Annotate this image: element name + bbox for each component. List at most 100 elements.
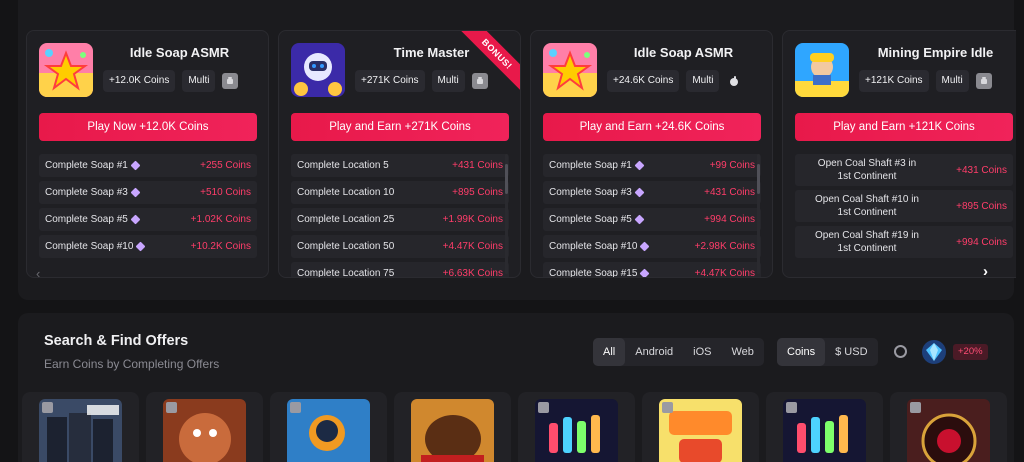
task-row: Complete Location 50 +4.47K Coins (291, 235, 509, 258)
offer-tile[interactable] (766, 392, 883, 462)
play-button[interactable]: Play and Earn +121K Coins (795, 113, 1013, 141)
task-reward: +255 Coins (200, 160, 251, 171)
gem-icon (639, 241, 650, 252)
filter-all[interactable]: All (593, 338, 626, 366)
coins-chip: +24.6K Coins (607, 70, 680, 92)
android-icon (290, 402, 301, 413)
filter-usd[interactable]: $ USD (825, 338, 877, 366)
task-row: Open Coal Shaft #19 in 1st Continent +994… (795, 226, 1013, 258)
play-button[interactable]: Play and Earn +24.6K Coins (543, 113, 761, 141)
bison-slots-thumb (411, 399, 494, 462)
filter-android[interactable]: Android (625, 338, 683, 366)
task-row: Complete Soap #3 +510 Coins (39, 181, 257, 204)
task-name: Open Coal Shaft #10 in 1st Continent (815, 194, 919, 218)
task-name: Complete Soap #1 (45, 160, 128, 171)
carousel-next-button[interactable]: › (983, 263, 988, 280)
play-button[interactable]: Play Now +12.0K Coins (39, 113, 257, 141)
task-name: Complete Location 75 (297, 268, 395, 278)
task-name: Complete Soap #3 (549, 187, 632, 198)
task-row: Complete Soap #3 +431 Coins (543, 181, 761, 204)
card-title: Mining Empire Idle (877, 45, 994, 60)
android-icon (662, 402, 673, 413)
diamond-icon (921, 339, 947, 365)
bonus-toggle[interactable] (894, 345, 907, 358)
mode-chip: Multi (431, 70, 465, 92)
task-row: Complete Soap #1 +99 Coins (543, 154, 761, 177)
play-button[interactable]: Play and Earn +271K Coins (291, 113, 509, 141)
offer-tile[interactable] (270, 392, 387, 462)
mining-empire-app-icon (795, 43, 849, 97)
task-list: Open Coal Shaft #3 in 1st Continent +431 … (795, 154, 1013, 277)
coins-chip: +271K Coins (355, 70, 425, 92)
task-reward: +2.98K Coins (694, 241, 755, 252)
apple-icon (726, 73, 742, 89)
filter-coins[interactable]: Coins (777, 338, 826, 366)
task-reward: +99 Coins (709, 160, 755, 171)
gem-icon (639, 268, 650, 277)
offer-tile[interactable] (642, 392, 759, 462)
gem-icon (634, 187, 645, 198)
mode-chip: Multi (182, 70, 216, 92)
android-icon (910, 402, 921, 413)
card-header: Idle Soap ASMR +24.6K Coins Multi (543, 43, 762, 99)
task-reward: +994 Coins (956, 236, 1007, 248)
task-row: Open Coal Shaft #10 in 1st Continent +895… (795, 190, 1013, 222)
mode-chip: Multi (686, 70, 720, 92)
android-icon (538, 402, 549, 413)
task-name: Complete Soap #3 (45, 187, 128, 198)
task-row: Complete Location 75 +6.63K Coins (291, 262, 509, 278)
task-row: Complete Soap #10 +10.2K Coins (39, 235, 257, 258)
currency-filter: Coins $ USD (777, 338, 878, 366)
offer-tile[interactable] (22, 392, 139, 462)
task-row: Complete Location 25 +1.99K Coins (291, 208, 509, 231)
task-reward: +431 Coins (704, 187, 755, 198)
time-master-app-icon (291, 43, 345, 97)
task-scrollbar[interactable] (505, 154, 508, 274)
task-reward: +895 Coins (956, 200, 1007, 212)
offer-tile[interactable] (394, 392, 511, 462)
offer-tile[interactable] (518, 392, 635, 462)
card-title: Idle Soap ASMR (633, 45, 734, 60)
offer-card[interactable]: Idle Soap ASMR +24.6K Coins Multi Play a… (530, 30, 773, 278)
task-row: Complete Location 10 +895 Coins (291, 181, 509, 204)
task-list: Complete Location 5 +431 Coins Complete L… (291, 154, 509, 278)
gem-icon (130, 160, 141, 171)
card-title: Idle Soap ASMR (129, 45, 230, 60)
filter-web[interactable]: Web (722, 338, 764, 366)
apple-icon (166, 402, 177, 413)
android-icon (786, 402, 797, 413)
task-name: Complete Soap #5 (549, 214, 632, 225)
task-name: Complete Soap #10 (549, 241, 638, 252)
android-icon (975, 73, 992, 89)
task-name: Complete Soap #5 (45, 214, 128, 225)
task-reward: +1.02K Coins (190, 214, 251, 225)
idle-soap-app-icon (543, 43, 597, 97)
task-reward: +994 Coins (704, 214, 755, 225)
offer-card[interactable]: Mining Empire Idle +121K Coins Multi Pla… (782, 30, 1016, 278)
offer-card[interactable]: BONUS! Time Master +271K Coins Multi Pla… (278, 30, 521, 278)
android-icon (42, 402, 53, 413)
task-name: Complete Location 50 (297, 241, 395, 252)
task-reward: +431 Coins (956, 164, 1007, 176)
filter-ios[interactable]: iOS (683, 338, 721, 366)
coins-chip: +121K Coins (859, 70, 929, 92)
task-list: Complete Soap #1 +255 Coins Complete Soap… (39, 154, 257, 277)
offer-tile[interactable] (146, 392, 263, 462)
android-icon (471, 73, 488, 89)
card-header: Mining Empire Idle +121K Coins Multi (795, 43, 1014, 99)
offer-tile[interactable] (890, 392, 1007, 462)
section-title: Search & Find Offers (44, 333, 189, 349)
gem-icon (130, 214, 141, 225)
offer-grid (22, 392, 1022, 462)
bottle-sort-thumb (535, 399, 618, 462)
card-header: Idle Soap ASMR +12.0K Coins Multi (39, 43, 258, 99)
task-reward: +4.47K Coins (442, 241, 503, 252)
task-reward: +10.2K Coins (190, 241, 251, 252)
task-name: Complete Soap #1 (549, 160, 632, 171)
offer-card[interactable]: Idle Soap ASMR +12.0K Coins Multi Play N… (26, 30, 269, 278)
carousel-prev-button[interactable]: ‹ (36, 266, 40, 281)
task-name: Complete Location 25 (297, 214, 395, 225)
task-scrollbar[interactable] (757, 154, 760, 274)
task-row: Complete Location 5 +431 Coins (291, 154, 509, 177)
gem-icon (135, 241, 146, 252)
